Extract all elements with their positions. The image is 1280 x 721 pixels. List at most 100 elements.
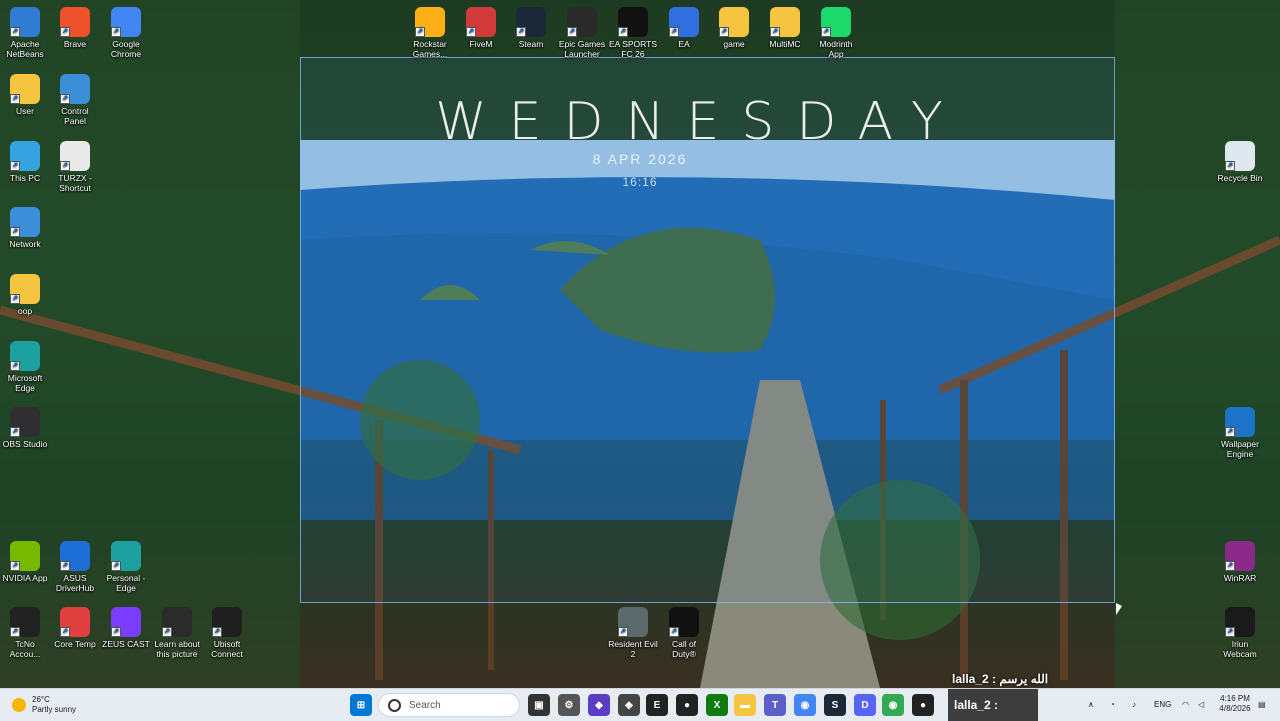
desktop-icon[interactable]: ↗ This PC xyxy=(0,141,50,183)
weather-sun-icon xyxy=(12,698,26,712)
desktop-icon[interactable]: ↗ EA xyxy=(659,7,709,49)
time-widget: 16:16 xyxy=(622,175,658,189)
settings-icon[interactable]: ⚙ xyxy=(558,694,580,716)
recycle-bin-icon: ↗ xyxy=(1225,141,1255,171)
desktop-icon[interactable]: ↗ Iriun Webcam xyxy=(1215,607,1265,659)
desktop-icon[interactable]: ↗ Steam xyxy=(506,7,556,49)
chrome-icon[interactable]: ◉ xyxy=(794,694,816,716)
desktop-icon[interactable]: ↗ EA SPORTS FC 26 xyxy=(608,7,658,59)
app-icon[interactable]: ◈ xyxy=(618,694,640,716)
taskbar-search[interactable]: Search xyxy=(378,693,520,717)
desktop-icon[interactable]: ↗ FiveM xyxy=(456,7,506,49)
desktop-icon[interactable]: ↗ Modrinth App xyxy=(811,7,861,59)
desktop-icon[interactable]: ↗ Wallpaper Engine xyxy=(1215,407,1265,459)
taskbar-clock[interactable]: 4:16 PM 4/8/2026 xyxy=(1213,694,1257,714)
desktop-icon-label: ASUS DriverHub xyxy=(55,573,95,593)
shortcut-arrow-icon: ↗ xyxy=(1225,627,1235,637)
desktop-icon-label: Brave xyxy=(63,39,87,49)
desktop-icon[interactable]: ↗ Core Temp xyxy=(50,607,100,649)
file-explorer-icon[interactable]: ▬ xyxy=(734,694,756,716)
folder-icon: ↗ xyxy=(719,7,749,37)
desktop-icon-label: Learn about this picture xyxy=(154,639,200,659)
shortcut-arrow-icon: ↗ xyxy=(10,294,20,304)
iriun-webcam-icon: ↗ xyxy=(1225,607,1255,637)
desktop-icon[interactable]: ↗ Learn about this picture xyxy=(152,607,202,659)
desktop-icon[interactable]: ↗ ZEUS CAST xyxy=(101,607,151,649)
taskbar: 26°C Partly sunny ⊞ ▣ ⚙ ◆ ◈ E ● X ▬ T ◉ S D ◉ ● Search… xyxy=(0,688,1280,721)
shortcut-arrow-icon: ↗ xyxy=(60,27,70,37)
task-view-icon[interactable]: ▣ xyxy=(528,694,550,716)
start-icon[interactable]: ⊞ xyxy=(350,694,372,716)
app-icon[interactable]: ● xyxy=(912,694,934,716)
epic-games-icon[interactable]: E xyxy=(646,694,668,716)
notification-bell-icon[interactable]: ▤ xyxy=(1258,689,1266,721)
shortcut-arrow-icon: ↗ xyxy=(10,361,20,371)
weather-condition: Partly sunny xyxy=(32,705,77,714)
microphone-icon[interactable]: ♪ xyxy=(1132,689,1136,721)
modrinth-icon: ↗ xyxy=(821,7,851,37)
desktop-icon-label: MultiMC xyxy=(769,39,801,49)
wifi-icon[interactable]: ◠ xyxy=(1182,689,1189,721)
desktop-icon[interactable]: ↗ TURZX - Shortcut xyxy=(50,141,100,193)
desktop-icon[interactable]: ↗ oop xyxy=(0,274,50,316)
desktop-icon-label: EA xyxy=(678,39,690,49)
desktop-icon[interactable]: ↗ MultiMC xyxy=(760,7,810,49)
edge-icon: ↗ xyxy=(111,541,141,571)
shortcut-arrow-icon: ↗ xyxy=(1225,161,1235,171)
desktop-icon[interactable]: ↗ Ubisoft Connect xyxy=(202,607,252,659)
steam-icon[interactable]: S xyxy=(824,694,846,716)
desktop-icon[interactable]: ↗ TcNo Accou... xyxy=(0,607,50,659)
tray-chevron-icon[interactable]: ∧ xyxy=(1088,689,1094,721)
shortcut-arrow-icon: ↗ xyxy=(10,227,20,237)
chrome-icon[interactable]: ◉ xyxy=(882,694,904,716)
desktop-icon[interactable]: ↗ Resident Evil 2 xyxy=(608,607,658,659)
discord-icon[interactable]: D xyxy=(854,694,876,716)
weather-widget[interactable]: 26°C Partly sunny xyxy=(12,695,76,715)
desktop-icon[interactable]: ↗ Call of Duty® xyxy=(659,607,709,659)
desktop-icon[interactable]: ↗ game xyxy=(709,7,759,49)
desktop-icon[interactable]: ↗ NVIDIA App xyxy=(0,541,50,583)
desktop-icon-label: Wallpaper Engine xyxy=(1221,439,1259,459)
desktop-icon[interactable]: ↗ Recycle Bin xyxy=(1215,141,1265,183)
overlay-user-text: lalla_2 : الله يرسم xyxy=(952,672,1049,686)
obs-icon: ↗ xyxy=(10,407,40,437)
shortcut-arrow-icon: ↗ xyxy=(669,627,679,637)
xbox-icon[interactable]: X xyxy=(706,694,728,716)
shortcut-arrow-icon: ↗ xyxy=(770,27,780,37)
desktop-icon-label: Ubisoft Connect xyxy=(211,639,243,659)
desktop-icon[interactable]: ↗ OBS Studio xyxy=(0,407,50,449)
brave-icon: ↗ xyxy=(60,7,90,37)
weekday-widget: WEDNESDAY xyxy=(435,92,965,152)
language-indicator[interactable]: ENG xyxy=(1154,689,1171,721)
app-icon[interactable]: ● xyxy=(676,694,698,716)
app-icon[interactable]: ◆ xyxy=(588,694,610,716)
desktop-icon[interactable]: ↗ Network xyxy=(0,207,50,249)
weather-temp: 26°C xyxy=(32,695,50,704)
desktop-icon[interactable]: ↗ Brave xyxy=(50,7,100,49)
folder-icon: ↗ xyxy=(10,74,40,104)
desktop-icon[interactable]: ↗ User xyxy=(0,74,50,116)
ea-icon: ↗ xyxy=(669,7,699,37)
shortcut-arrow-icon: ↗ xyxy=(1225,561,1235,571)
desktop-icon-label: oop xyxy=(17,306,33,316)
asus-driverhub-icon: ↗ xyxy=(60,541,90,571)
desktop-icon-label: TURZX - Shortcut xyxy=(58,173,92,193)
shortcut-arrow-icon: ↗ xyxy=(618,27,628,37)
search-icon xyxy=(388,698,401,712)
epic-games-icon: ↗ xyxy=(567,7,597,37)
network-tray-icon[interactable]: ◔ xyxy=(1110,689,1115,721)
desktop-icon[interactable]: ↗ Google Chrome xyxy=(101,7,151,59)
shortcut-arrow-icon: ↗ xyxy=(567,27,577,37)
shortcut-arrow-icon: ↗ xyxy=(719,27,729,37)
desktop-icon[interactable]: ↗ Microsoft Edge xyxy=(0,341,50,393)
desktop-icon[interactable]: ↗ Control Panel xyxy=(50,74,100,126)
tcno-icon: ↗ xyxy=(10,607,40,637)
desktop-icon[interactable]: ↗ Personal - Edge xyxy=(101,541,151,593)
desktop-icon[interactable]: ↗ ASUS DriverHub xyxy=(50,541,100,593)
volume-icon[interactable]: ◁ xyxy=(1198,689,1204,721)
desktop-icon[interactable]: ↗ Apache NetBeans xyxy=(0,7,50,59)
desktop-icon[interactable]: ↗ WinRAR xyxy=(1215,541,1265,583)
desktop-icon[interactable]: ↗ Rockstar Games... xyxy=(405,7,455,59)
desktop-icon[interactable]: ↗ Epic Games Launcher xyxy=(557,7,607,59)
teams-icon[interactable]: T xyxy=(764,694,786,716)
